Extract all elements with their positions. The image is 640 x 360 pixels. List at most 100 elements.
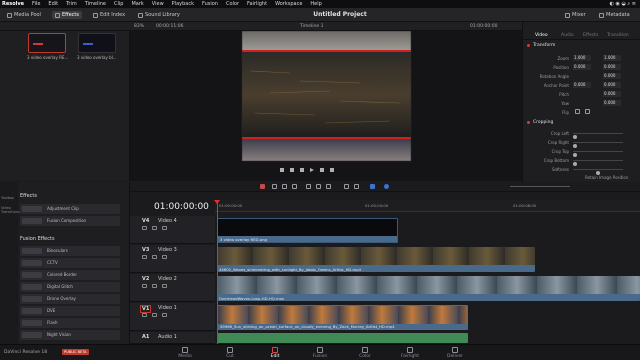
tab-transition[interactable]: Transition (607, 33, 629, 38)
menu-clip[interactable]: Clip (114, 1, 123, 7)
menu-timeline[interactable]: Timeline (85, 1, 106, 7)
clip-a1[interactable] (217, 333, 468, 343)
crop-left-slider[interactable] (573, 133, 623, 139)
lock-icon[interactable] (142, 226, 147, 230)
clip-v3[interactable]: 44602_Waves_shimmering_with_sunlight_By_… (217, 247, 535, 272)
flip-horizontal-icon[interactable] (575, 109, 580, 114)
page-fairlight[interactable]: Fairlight (385, 347, 435, 359)
track-visibility-icon[interactable] (162, 255, 167, 259)
lock-icon[interactable] (142, 255, 147, 259)
dynamic-trim-icon[interactable] (282, 184, 287, 189)
sound-library-button[interactable]: Sound Library (135, 11, 183, 19)
menu-view[interactable]: View (152, 1, 164, 7)
media-clip-thumb-red[interactable] (28, 33, 66, 53)
blade-tool-icon[interactable] (292, 184, 297, 189)
snapping-icon[interactable] (344, 184, 349, 189)
fx-dve[interactable]: DVE (20, 306, 120, 316)
overwrite-clip-icon[interactable] (316, 184, 321, 189)
linked-selection-icon[interactable] (354, 184, 359, 189)
page-cut[interactable]: Cut (205, 347, 255, 359)
track-header-v2[interactable]: V2 Video 2 (130, 274, 215, 302)
zoom-level[interactable]: 83% (134, 24, 144, 29)
track-header-v1[interactable]: V1 Video 1 (130, 303, 215, 331)
fx-digital-glitch[interactable]: Digital Glitch (20, 282, 120, 292)
page-deliver[interactable]: Deliver (430, 347, 480, 359)
fx-night-vision[interactable]: Night Vision (20, 330, 120, 340)
category-toolbox[interactable]: Toolbox (1, 196, 14, 200)
menu-color[interactable]: Color (226, 1, 239, 7)
page-fusion[interactable]: Fusion (295, 347, 345, 359)
fx-flash[interactable]: Flash (20, 318, 120, 328)
crop-bottom-slider[interactable] (573, 160, 623, 166)
auto-select-icon[interactable] (152, 284, 157, 288)
media-clip-thumb-blue[interactable] (78, 33, 116, 53)
menu-mark[interactable]: Mark (131, 1, 143, 7)
timeline-ruler[interactable]: 01:00:00:00 01:00:04:00 01:00:08:00 (215, 200, 640, 212)
page-color[interactable]: Color (340, 347, 390, 359)
metadata-button[interactable]: Metadata (596, 11, 633, 19)
timeline-zoom-slider[interactable] (510, 186, 570, 187)
edit-index-button[interactable]: Edit Index (90, 11, 128, 19)
menu-help[interactable]: Help (310, 1, 321, 7)
selection-tool-icon[interactable] (260, 184, 265, 189)
mixer-button[interactable]: Mixer (562, 11, 589, 19)
tab-effects[interactable]: Effects (583, 33, 598, 38)
menu-playback[interactable]: Playback (172, 1, 194, 7)
fx-fusion-composition[interactable]: Fusion Composition (20, 216, 120, 226)
replace-clip-icon[interactable] (326, 184, 331, 189)
fx-binoculars[interactable]: Binoculars (20, 246, 120, 256)
auto-select-icon[interactable] (152, 226, 157, 230)
track-header-v4[interactable]: V4 Video 4 (130, 216, 215, 244)
insert-clip-icon[interactable] (306, 184, 311, 189)
menu-file[interactable]: File (32, 1, 40, 7)
lock-icon[interactable] (142, 313, 147, 317)
anchor-y-field[interactable]: 0.000 (603, 82, 621, 88)
page-media[interactable]: Media (160, 347, 210, 359)
cropping-section[interactable]: Cropping (523, 119, 640, 127)
category-video-transitions[interactable]: Video Transitions (1, 206, 20, 214)
playhead-handle-icon[interactable] (214, 200, 220, 204)
playhead[interactable] (217, 200, 218, 344)
pitch-field[interactable]: 0.000 (603, 91, 621, 97)
menu-fusion[interactable]: Fusion (202, 1, 218, 7)
effects-button[interactable]: Effects (52, 11, 82, 19)
fx-colored-border[interactable]: Colored Border (20, 270, 120, 280)
menu-workspace[interactable]: Workspace (275, 1, 302, 7)
media-pool-button[interactable]: Media Pool (4, 11, 44, 19)
tab-audio[interactable]: Audio (561, 33, 574, 38)
zoom-x-field[interactable]: 1.000 (573, 55, 591, 61)
marker-icon[interactable] (384, 184, 389, 189)
menu-edit[interactable]: Edit (48, 1, 58, 7)
clip-v4[interactable]: 3 video overlay RED.png (217, 218, 398, 243)
softness-slider[interactable] (573, 169, 623, 175)
zoom-y-field[interactable]: 1.000 (603, 55, 621, 61)
viewer-frame[interactable] (130, 30, 522, 181)
clip-v1[interactable]: 49966_Sun_shining_on_ocean_surface_on_cl… (217, 305, 468, 330)
flag-icon[interactable] (370, 184, 375, 189)
tab-video[interactable]: Video (535, 33, 548, 38)
retain-image-position-label[interactable]: Retain Image Position (585, 175, 628, 180)
track-visibility-icon[interactable] (162, 284, 167, 288)
position-x-field[interactable]: 0.000 (573, 64, 591, 70)
transform-section[interactable]: Transform (523, 42, 640, 50)
crop-right-slider[interactable] (573, 142, 623, 148)
fx-cctv[interactable]: CCTV (20, 258, 120, 268)
yaw-field[interactable]: 0.000 (603, 100, 621, 106)
clip-v2[interactable]: OverheadWaves-Loop-HD-HQ.mov (217, 276, 640, 301)
track-header-v3[interactable]: V3 Video 3 (130, 245, 215, 273)
track-visibility-icon[interactable] (162, 226, 167, 230)
auto-select-icon[interactable] (152, 255, 157, 259)
track-visibility-icon[interactable] (162, 313, 167, 317)
menu-app-name[interactable]: Resolve (2, 1, 24, 7)
track-header-a1[interactable]: A1 Audio 1 (130, 332, 215, 344)
flip-vertical-icon[interactable] (585, 109, 590, 114)
rotation-field[interactable]: 0.000 (603, 73, 621, 79)
crop-top-slider[interactable] (573, 151, 623, 157)
trim-tool-icon[interactable] (272, 184, 277, 189)
menu-trim[interactable]: Trim (66, 1, 77, 7)
menu-fairlight[interactable]: Fairlight (247, 1, 267, 7)
position-y-field[interactable]: 0.000 (603, 64, 621, 70)
page-edit[interactable]: Edit (250, 347, 300, 359)
fx-drone-overlay[interactable]: Drone Overlay (20, 294, 120, 304)
timeline-name[interactable]: Timeline 1 (300, 24, 323, 29)
